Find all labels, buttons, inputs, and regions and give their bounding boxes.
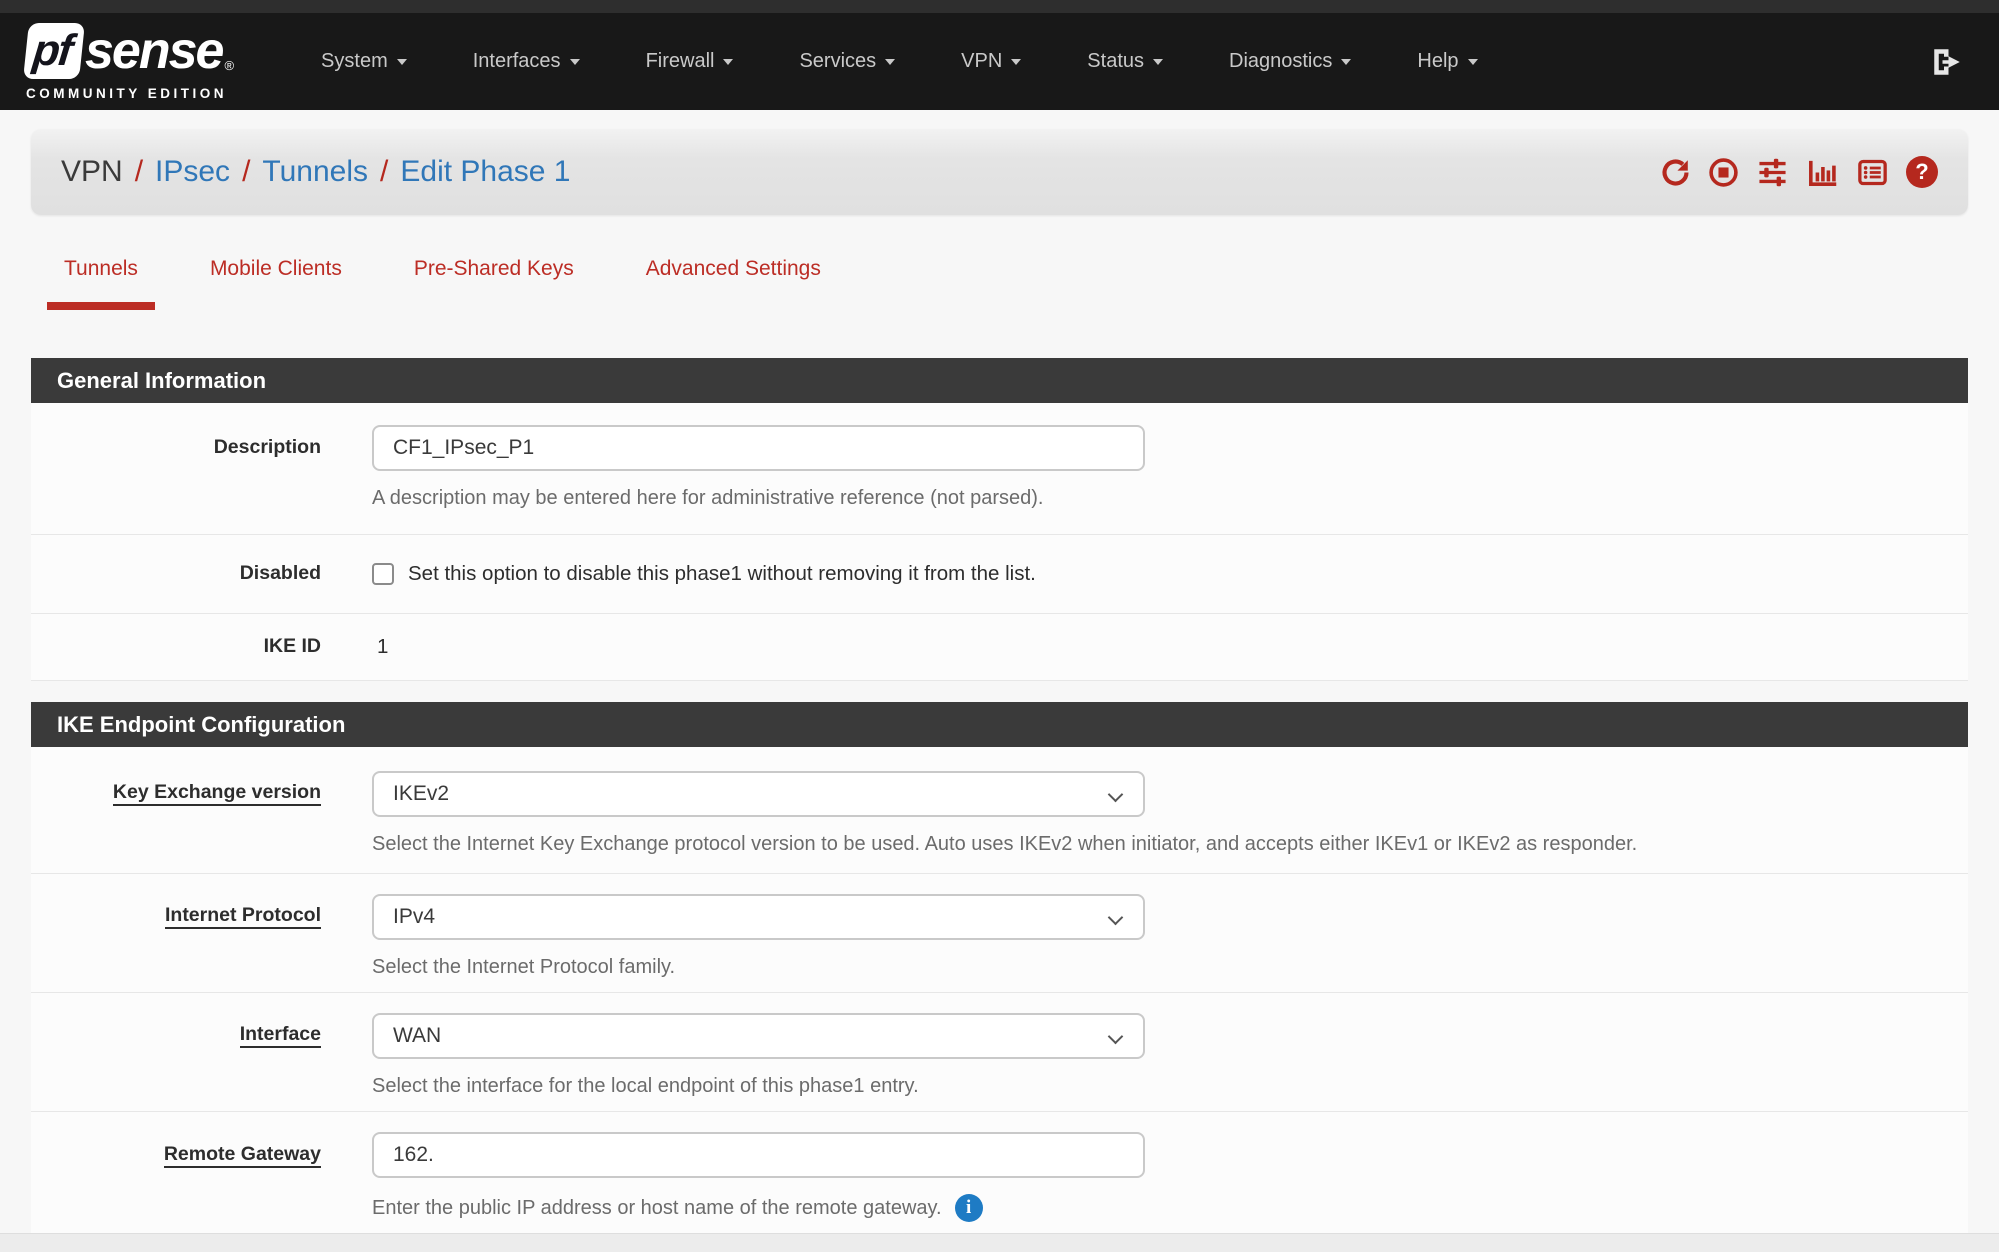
tab-mobile-clients[interactable]: Mobile Clients xyxy=(210,257,342,310)
interface-value: WAN xyxy=(393,1024,441,1048)
key-exchange-help: Select the Internet Key Exchange protoco… xyxy=(372,833,1968,856)
navbar: pf sense ® COMMUNITY EDITION System Inte… xyxy=(0,13,1999,110)
log-list-icon[interactable] xyxy=(1856,156,1889,189)
caret-down-icon xyxy=(723,59,733,65)
internet-protocol-label: Internet Protocol xyxy=(165,904,321,929)
community-edition-label: COMMUNITY EDITION xyxy=(26,86,234,101)
top-strip xyxy=(0,0,1999,13)
breadcrumb-ipsec-link[interactable]: IPsec xyxy=(155,155,230,189)
menu-vpn[interactable]: VPN xyxy=(928,32,1054,91)
main-menu: System Interfaces Firewall Services VPN … xyxy=(288,32,1510,91)
registered-mark: ® xyxy=(224,58,234,73)
general-information-panel: Description A description may be entered… xyxy=(31,403,1968,681)
caret-down-icon xyxy=(885,59,895,65)
description-row: Description A description may be entered… xyxy=(31,403,1968,535)
key-exchange-label: Key Exchange version xyxy=(113,781,321,806)
chevron-down-icon xyxy=(1108,787,1124,803)
key-exchange-select[interactable]: IKEv2 xyxy=(372,771,1145,817)
active-tab-indicator xyxy=(47,302,155,310)
tab-pre-shared-keys[interactable]: Pre-Shared Keys xyxy=(414,257,574,310)
disabled-row: Disabled Set this option to disable this… xyxy=(31,535,1968,614)
tab-advanced-settings[interactable]: Advanced Settings xyxy=(646,257,821,310)
internet-protocol-row: Internet Protocol IPv4 Select the Intern… xyxy=(31,874,1968,993)
key-exchange-row: Key Exchange version IKEv2 Select the In… xyxy=(31,747,1968,874)
stop-icon[interactable] xyxy=(1708,157,1739,188)
description-label: Description xyxy=(31,425,321,510)
remote-gateway-label: Remote Gateway xyxy=(164,1143,321,1168)
menu-interfaces[interactable]: Interfaces xyxy=(440,32,613,91)
info-icon[interactable]: i xyxy=(955,1194,983,1222)
remote-gateway-input[interactable] xyxy=(372,1132,1145,1178)
ike-id-value: 1 xyxy=(372,635,1968,659)
menu-status[interactable]: Status xyxy=(1054,32,1196,91)
tab-tunnels[interactable]: Tunnels xyxy=(64,257,138,310)
breadcrumb-edit-phase1-link[interactable]: Edit Phase 1 xyxy=(400,155,570,189)
sign-out-icon[interactable] xyxy=(1929,44,1965,80)
disabled-label: Disabled xyxy=(31,562,321,586)
chevron-down-icon xyxy=(1108,910,1124,926)
help-icon[interactable]: ? xyxy=(1906,156,1938,188)
ike-id-label: IKE ID xyxy=(31,635,321,659)
caret-down-icon xyxy=(1011,59,1021,65)
menu-diagnostics[interactable]: Diagnostics xyxy=(1196,32,1384,91)
disabled-checkbox-label: Set this option to disable this phase1 w… xyxy=(408,562,1036,586)
caret-down-icon xyxy=(1153,59,1163,65)
pfsense-logo[interactable]: pf sense ® COMMUNITY EDITION xyxy=(26,23,234,101)
internet-protocol-select[interactable]: IPv4 xyxy=(372,894,1145,940)
internet-protocol-value: IPv4 xyxy=(393,905,435,929)
menu-help[interactable]: Help xyxy=(1384,32,1510,91)
remote-gateway-row: Remote Gateway Enter the public IP addre… xyxy=(31,1112,1968,1233)
sense-logo-text: sense xyxy=(85,25,222,77)
menu-services[interactable]: Services xyxy=(766,32,928,91)
caret-down-icon xyxy=(1468,59,1478,65)
caret-down-icon xyxy=(570,59,580,65)
description-input[interactable] xyxy=(372,425,1145,471)
header-action-icons: ? xyxy=(1660,156,1938,189)
pf-logo-box: pf xyxy=(23,23,85,79)
section-ike-endpoint-configuration: IKE Endpoint Configuration xyxy=(31,702,1968,747)
bar-chart-icon[interactable] xyxy=(1806,156,1839,189)
breadcrumb-panel: VPN / IPsec / Tunnels / Edit Phase 1 xyxy=(31,129,1968,215)
breadcrumb: VPN / IPsec / Tunnels / Edit Phase 1 xyxy=(61,155,571,189)
refresh-icon[interactable] xyxy=(1660,157,1691,188)
key-exchange-value: IKEv2 xyxy=(393,782,449,806)
interface-help: Select the interface for the local endpo… xyxy=(372,1075,1968,1098)
breadcrumb-tunnels-link[interactable]: Tunnels xyxy=(262,155,368,189)
breadcrumb-vpn: VPN xyxy=(61,155,123,189)
caret-down-icon xyxy=(397,59,407,65)
interface-row: Interface WAN Select the interface for t… xyxy=(31,993,1968,1112)
menu-system[interactable]: System xyxy=(288,32,440,91)
remote-gateway-help: Enter the public IP address or host name… xyxy=(372,1197,942,1220)
sliders-icon[interactable] xyxy=(1756,156,1789,189)
section-general-information: General Information xyxy=(31,358,1968,403)
interface-select[interactable]: WAN xyxy=(372,1013,1145,1059)
interface-label: Interface xyxy=(240,1023,321,1048)
ike-id-row: IKE ID 1 xyxy=(31,614,1968,681)
internet-protocol-help: Select the Internet Protocol family. xyxy=(372,956,1968,979)
caret-down-icon xyxy=(1341,59,1351,65)
menu-firewall[interactable]: Firewall xyxy=(613,32,767,91)
chevron-down-icon xyxy=(1108,1029,1124,1045)
disabled-checkbox[interactable] xyxy=(372,563,394,585)
description-help: A description may be entered here for ad… xyxy=(372,487,1968,510)
pf-logo-text: pf xyxy=(31,26,78,76)
ike-endpoint-panel: Key Exchange version IKEv2 Select the In… xyxy=(31,747,1968,1233)
tab-bar: Tunnels Mobile Clients Pre-Shared Keys A… xyxy=(0,215,1999,310)
